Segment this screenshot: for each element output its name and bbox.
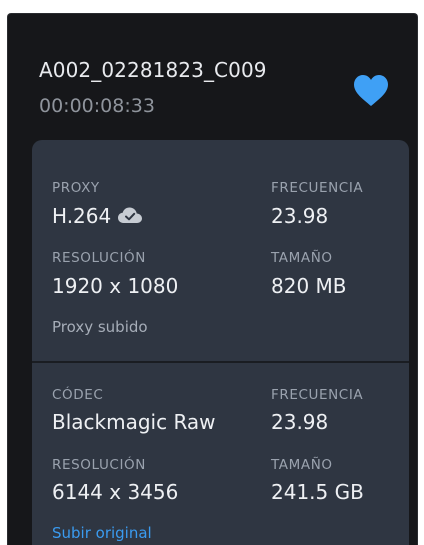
proxy-status: Proxy subido [52, 318, 148, 336]
proxy-label: PROXY [52, 180, 100, 196]
original-size-value: 241.5 GB [271, 480, 364, 504]
proxy-size-value: 820 MB [271, 274, 347, 298]
clip-name: A002_02281823_C009 [39, 58, 267, 82]
codec-label: CÓDEC [52, 387, 104, 403]
clip-details-panel: A002_02281823_C009 00:00:08:33 PROXY H.2… [7, 13, 418, 545]
media-info-card: PROXY H.264 FRECUENCIA 23.98 RESOLUCIÓN … [32, 140, 409, 545]
original-resolution-label: RESOLUCIÓN [52, 457, 146, 473]
codec-value: Blackmagic Raw [52, 410, 216, 434]
proxy-value: H.264 [52, 204, 112, 228]
proxy-value-row: H.264 [52, 204, 143, 228]
clip-duration: 00:00:08:33 [39, 95, 155, 117]
original-size-label: TAMAÑO [271, 457, 333, 473]
section-divider [32, 361, 409, 363]
heart-icon[interactable] [351, 71, 391, 111]
cloud-check-icon [118, 207, 143, 223]
proxy-framerate-value: 23.98 [271, 204, 329, 228]
original-framerate-value: 23.98 [271, 410, 329, 434]
original-framerate-label: FRECUENCIA [271, 387, 364, 403]
proxy-size-label: TAMAÑO [271, 250, 333, 266]
upload-original-link[interactable]: Subir original [52, 524, 152, 542]
proxy-resolution-label: RESOLUCIÓN [52, 250, 146, 266]
proxy-resolution-value: 1920 x 1080 [52, 274, 179, 298]
original-resolution-value: 6144 x 3456 [52, 480, 179, 504]
proxy-framerate-label: FRECUENCIA [271, 180, 364, 196]
